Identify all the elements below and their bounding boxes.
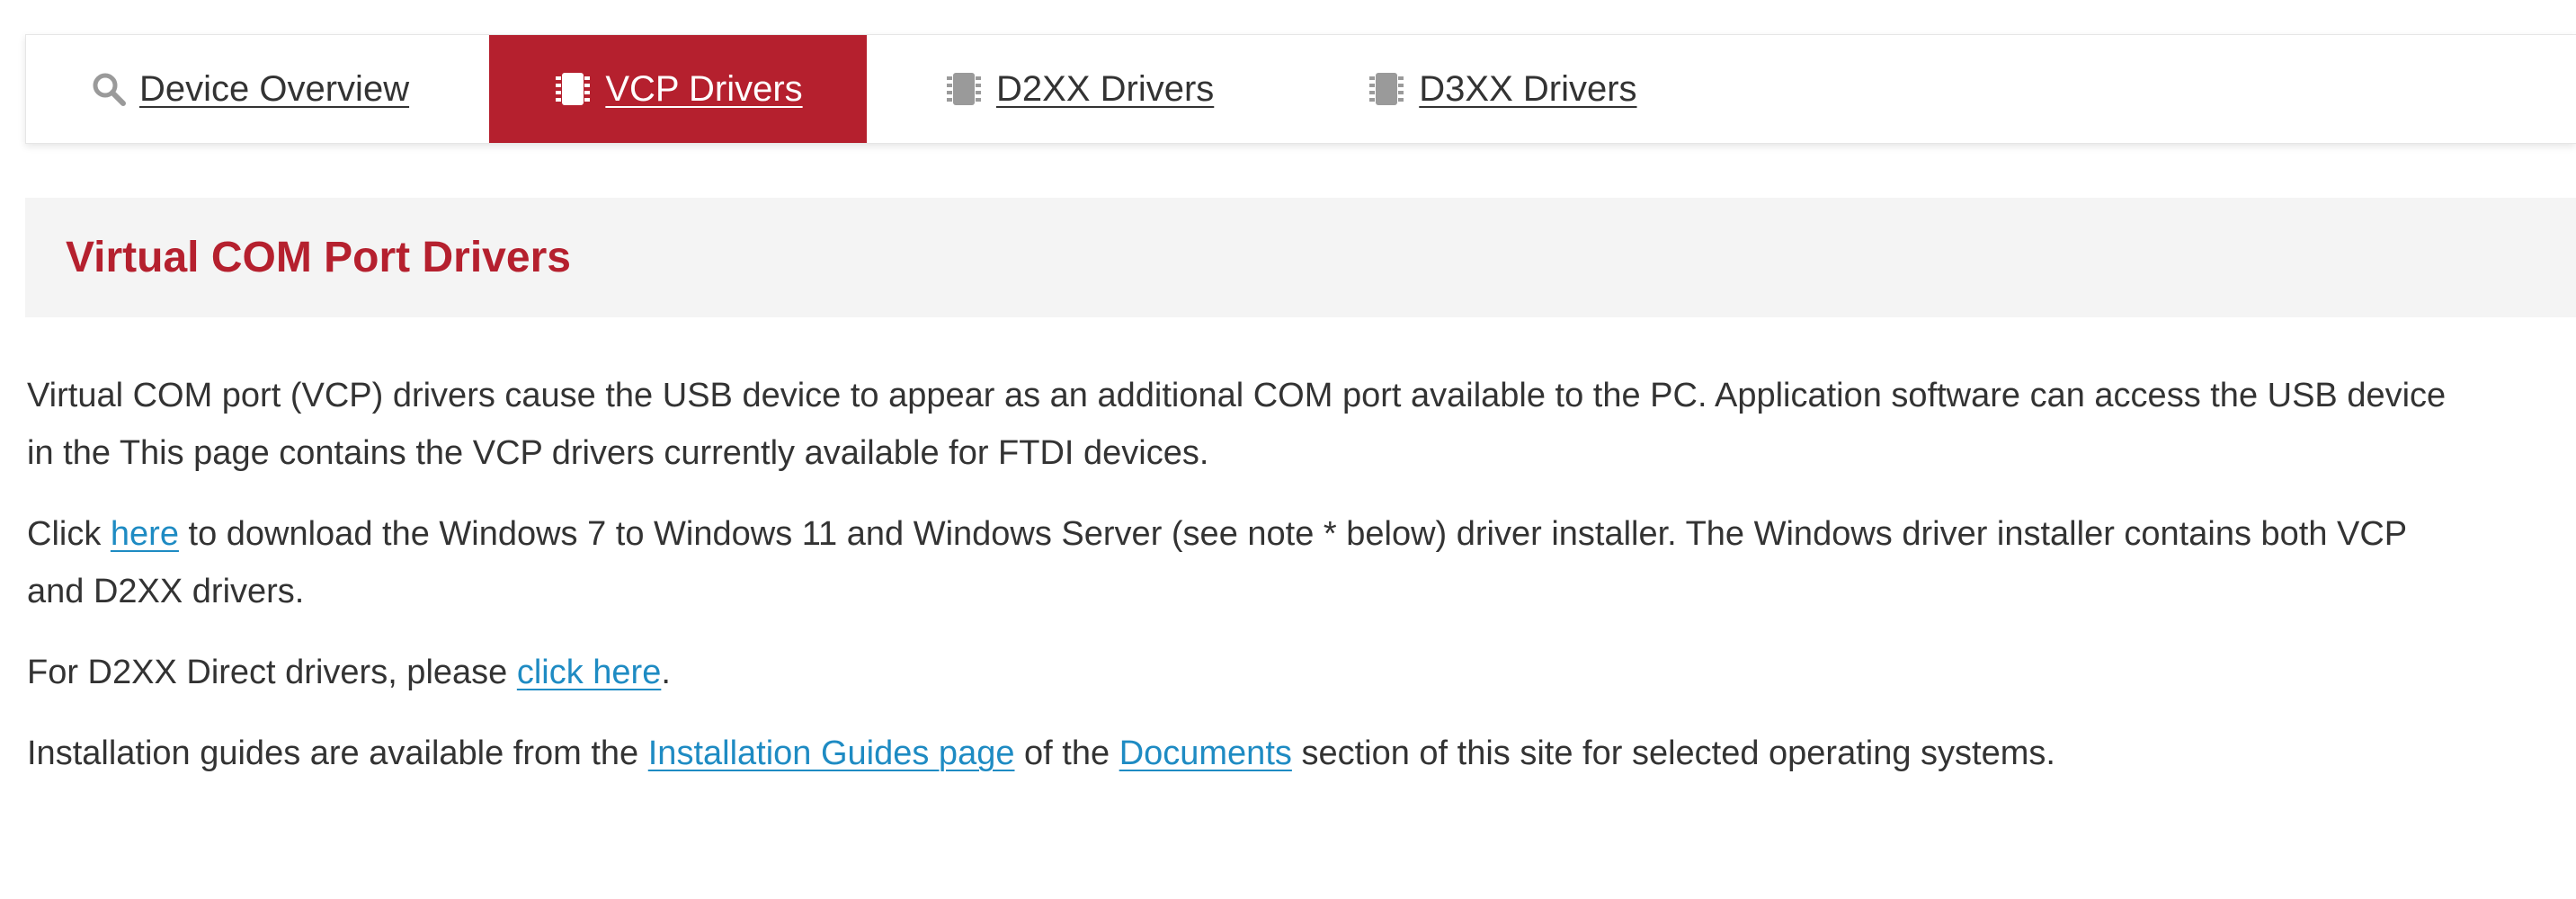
download-text-prefix: Click	[27, 515, 111, 553]
tab-device-overview-label: Device Overview	[139, 68, 410, 109]
tab-d2xx-drivers-label: D2XX Drivers	[996, 68, 1215, 109]
tab-d3xx-drivers[interactable]: D3XX Drivers	[1289, 35, 1690, 143]
tab-d2xx-drivers[interactable]: D2XX Drivers	[867, 35, 1289, 143]
chip-icon	[1367, 69, 1406, 109]
installation-text-prefix: Installation guides are available from t…	[27, 734, 648, 772]
chip-icon	[553, 69, 593, 109]
section-title: Virtual COM Port Drivers	[66, 234, 571, 281]
intro-text: Virtual COM port (VCP) drivers cause the…	[27, 377, 2447, 472]
installation-guides-link[interactable]: Installation Guides page	[648, 734, 1015, 772]
search-icon	[91, 71, 127, 107]
d2xx-direct-text-prefix: For D2XX Direct drivers, please	[27, 654, 517, 691]
intro-paragraph: Virtual COM port (VCP) drivers cause the…	[27, 367, 2455, 482]
chip-icon	[944, 69, 984, 109]
download-paragraph: Click here to download the Windows 7 to …	[27, 505, 2455, 620]
d2xx-direct-text-suffix: .	[661, 654, 671, 691]
download-text-suffix: to download the Windows 7 to Windows 11 …	[27, 515, 2407, 610]
content-body: Virtual COM port (VCP) drivers cause the…	[27, 367, 2509, 806]
section-header: Virtual COM Port Drivers	[25, 198, 2576, 317]
tab-vcp-drivers[interactable]: VCP Drivers	[489, 35, 867, 143]
installation-guides-paragraph: Installation guides are available from t…	[27, 725, 2455, 782]
documents-link[interactable]: Documents	[1119, 734, 1292, 772]
download-here-link[interactable]: here	[111, 515, 179, 553]
tab-d3xx-drivers-label: D3XX Drivers	[1419, 68, 1637, 109]
tab-device-overview[interactable]: Device Overview	[26, 35, 489, 143]
page: Device Overview VCP Drivers D2XX Drivers…	[0, 0, 2576, 899]
d2xx-direct-paragraph: For D2XX Direct drivers, please click he…	[27, 644, 2455, 701]
installation-text-middle: of the	[1014, 734, 1119, 772]
tab-vcp-drivers-label: VCP Drivers	[605, 68, 803, 109]
driver-tabs: Device Overview VCP Drivers D2XX Drivers…	[25, 34, 2576, 144]
d2xx-direct-click-here-link[interactable]: click here	[517, 654, 662, 691]
installation-text-suffix: section of this site for selected operat…	[1291, 734, 2055, 772]
